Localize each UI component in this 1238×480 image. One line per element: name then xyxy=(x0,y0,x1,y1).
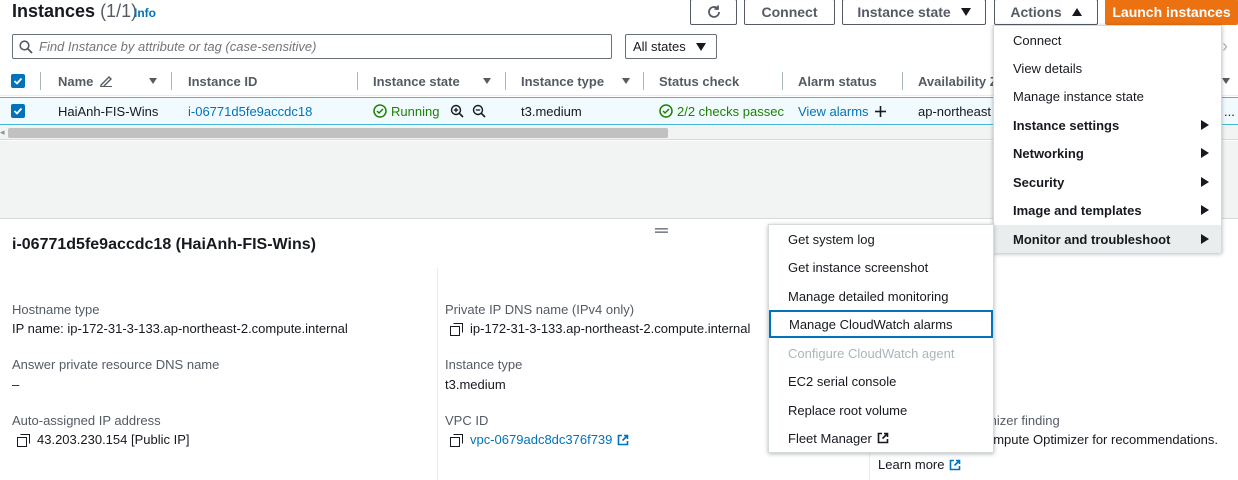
menu-item-manage-instance-state[interactable]: Manage instance state xyxy=(994,82,1221,110)
actions-menu: Connect View details Manage instance sta… xyxy=(993,25,1222,253)
caret-down-icon xyxy=(695,42,706,51)
column-header-instance-type[interactable]: Instance type xyxy=(521,66,604,96)
column-header-alarm-status[interactable]: Alarm status xyxy=(798,66,877,96)
learn-more-link[interactable]: Learn more xyxy=(878,457,961,472)
actions-label: Actions xyxy=(1010,4,1062,20)
search-input[interactable] xyxy=(39,39,599,54)
refresh-icon xyxy=(707,5,720,18)
menu-item-configure-cloudwatch-agent: Configure CloudWatch agent xyxy=(788,345,955,361)
drag-handle-icon[interactable]: ═ xyxy=(655,220,668,241)
instance-type-value: t3.medium xyxy=(521,103,582,119)
menu-item-view-details[interactable]: View details xyxy=(994,54,1221,82)
scroll-left-icon[interactable]: ◂ xyxy=(0,127,5,138)
actions-button[interactable]: Actions xyxy=(994,0,1098,25)
answer-dns-label: Answer private resource DNS name xyxy=(12,357,220,372)
launch-instances-button[interactable]: Launch instances xyxy=(1105,0,1238,25)
menu-item-manage-cloudwatch-alarms[interactable]: Manage CloudWatch alarms xyxy=(769,310,993,338)
status-check-value: 2/2 checks passec xyxy=(659,97,784,125)
zoom-out-icon[interactable] xyxy=(472,97,486,125)
states-filter-select[interactable]: All states xyxy=(625,34,717,59)
vpc-id-link[interactable]: vpc-0679adc8dc376f739 xyxy=(470,432,612,447)
chevron-right-icon xyxy=(1201,205,1209,215)
menu-item-manage-detailed-monitoring[interactable]: Manage detailed monitoring xyxy=(769,282,993,310)
sort-icon[interactable] xyxy=(483,66,491,96)
chevron-right-icon xyxy=(1201,148,1209,158)
instance-state-label: Instance state xyxy=(857,4,951,20)
menu-item-fleet-manager[interactable]: Fleet Manager xyxy=(769,424,993,452)
menu-item-get-system-log[interactable]: Get system log xyxy=(769,225,993,253)
instance-id-link[interactable]: i-06771d5fe9accdc18 xyxy=(188,97,312,125)
menu-item-monitor-and-troubleshoot[interactable]: Monitor and troubleshoot xyxy=(994,225,1221,253)
external-link-icon[interactable] xyxy=(949,459,961,471)
column-header-availability-zone[interactable]: Availability Z xyxy=(918,66,998,96)
chevron-right-icon xyxy=(1201,234,1209,244)
menu-item-image-and-templates[interactable]: Image and templates xyxy=(994,196,1221,224)
instance-type-detail-value: t3.medium xyxy=(445,377,506,392)
auto-ip-label: Auto-assigned IP address xyxy=(12,413,161,428)
external-link-icon xyxy=(877,432,889,444)
row-checkbox[interactable] xyxy=(11,97,25,125)
column-header-status-check[interactable]: Status check xyxy=(659,66,739,96)
vpc-id-label: VPC ID xyxy=(445,413,489,428)
availability-zone-value: ap-northeast xyxy=(918,103,991,119)
private-dns-label: Private IP DNS name (IPv4 only) xyxy=(445,302,635,317)
caret-down-icon xyxy=(960,8,971,16)
caret-up-icon xyxy=(1071,8,1082,16)
search-icon xyxy=(19,39,33,54)
column-header-name[interactable]: Name xyxy=(58,66,113,96)
menu-item-networking[interactable]: Networking xyxy=(994,139,1221,167)
chevron-right-icon xyxy=(1201,177,1209,187)
vpc-id-value: vpc-0679adc8dc376f739 xyxy=(450,432,629,447)
sort-icon[interactable] xyxy=(622,66,630,96)
details-title: i-06771d5fe9accdc18 (HaiAnh-FIS-Wins) xyxy=(12,236,316,253)
sort-icon[interactable] xyxy=(1222,66,1230,96)
monitor-submenu: Get system log Get instance screenshot M… xyxy=(768,224,994,453)
menu-item-replace-root-volume[interactable]: Replace root volume xyxy=(769,396,993,424)
menu-item-instance-settings[interactable]: Instance settings xyxy=(994,111,1221,139)
menu-item-get-instance-screenshot[interactable]: Get instance screenshot xyxy=(769,253,993,281)
edit-icon[interactable] xyxy=(99,75,113,87)
copy-icon[interactable] xyxy=(450,322,463,336)
next-page-icon[interactable]: › xyxy=(1222,36,1228,57)
auto-ip-value: 43.203.230.154 [Public IP] xyxy=(17,432,190,447)
hostname-type-label: Hostname type xyxy=(12,302,100,317)
page-title: Instances (1/1) xyxy=(12,1,138,21)
optimizer-finding-label: mizer finding xyxy=(986,413,1060,428)
check-circle-icon xyxy=(659,104,673,118)
connect-button[interactable]: Connect xyxy=(744,0,835,25)
answer-dns-value: – xyxy=(12,377,20,392)
plus-icon[interactable] xyxy=(874,105,887,118)
truncation-ellipsis: ... xyxy=(1224,103,1235,119)
instance-type-label: Instance type xyxy=(445,357,523,372)
refresh-button[interactable] xyxy=(690,0,737,25)
sort-icon[interactable] xyxy=(149,66,157,96)
optimizer-link[interactable]: ompute Optimizer for recommendations. xyxy=(986,432,1218,447)
instance-name: HaiAnh-FIS-Wins xyxy=(58,103,159,119)
menu-item-connect[interactable]: Connect xyxy=(994,26,1221,54)
menu-item-ec2-serial-console[interactable]: EC2 serial console xyxy=(769,367,993,395)
select-all-checkbox[interactable] xyxy=(11,66,25,96)
check-circle-icon xyxy=(373,104,387,118)
instance-state-button[interactable]: Instance state xyxy=(842,0,986,25)
search-box[interactable] xyxy=(12,34,612,59)
hostname-type-value: IP name: ip-172-31-3-133.ap-northeast-2.… xyxy=(12,321,348,336)
zoom-in-icon[interactable] xyxy=(450,97,464,125)
instance-count: (1/1) xyxy=(100,1,138,21)
copy-icon[interactable] xyxy=(450,433,463,447)
info-link[interactable]: Info xyxy=(134,6,156,20)
column-header-instance-id[interactable]: Instance ID xyxy=(188,66,257,96)
menu-item-security[interactable]: Security xyxy=(994,168,1221,196)
chevron-right-icon xyxy=(1201,120,1209,130)
column-header-instance-state[interactable]: Instance state xyxy=(373,66,460,96)
copy-icon[interactable] xyxy=(17,433,30,447)
states-filter-label: All states xyxy=(633,39,686,54)
private-dns-value: ip-172-31-3-133.ap-northeast-2.compute.i… xyxy=(450,321,750,336)
external-link-icon[interactable] xyxy=(617,434,629,446)
view-alarms-link[interactable]: View alarms xyxy=(798,97,887,125)
scrollbar-thumb[interactable] xyxy=(8,128,668,138)
instance-state-running: Running xyxy=(373,97,439,125)
